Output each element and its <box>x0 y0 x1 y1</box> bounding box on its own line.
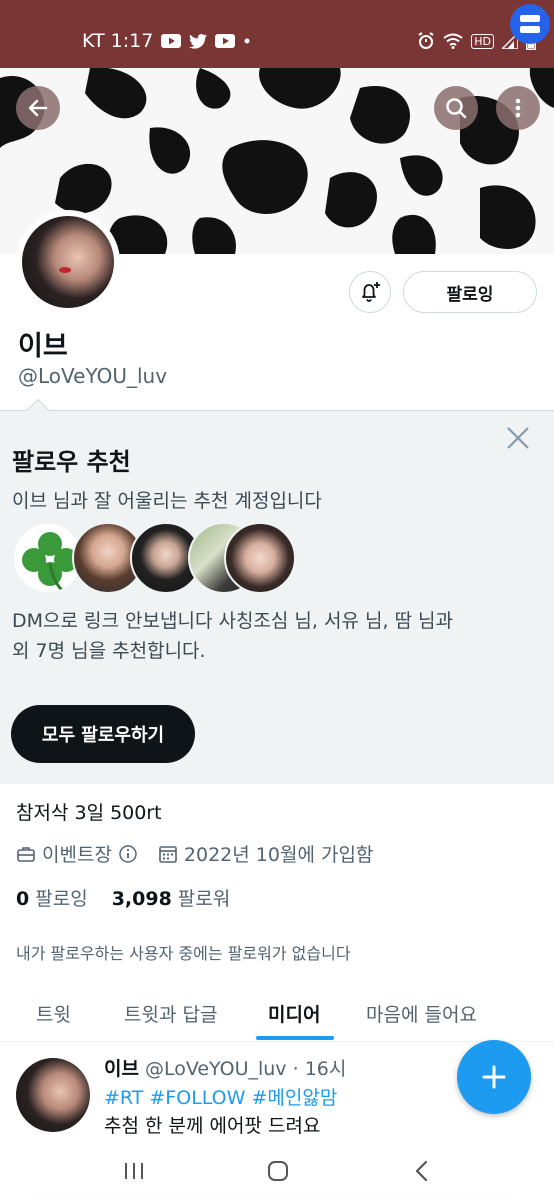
twitter-icon <box>189 33 208 49</box>
profile-handle: @LoVeYOU_luv <box>18 364 168 388</box>
tweet-time: 16시 <box>304 1058 347 1080</box>
follow-counts: 0 팔로잉 3,098 팔로워 <box>16 884 230 911</box>
followers-count-value: 3,098 <box>111 888 172 910</box>
chevron-left-icon <box>415 1160 428 1182</box>
back-button[interactable] <box>16 86 60 130</box>
following-count[interactable]: 0 팔로잉 <box>16 884 88 911</box>
alarm-icon <box>417 32 435 50</box>
followers-count[interactable]: 3,098 팔로워 <box>112 884 231 911</box>
recommended-avatar[interactable] <box>224 522 296 594</box>
close-recommendation-button[interactable] <box>504 424 532 452</box>
profile-name: 이브 <box>18 331 68 362</box>
info-icon[interactable] <box>118 844 138 864</box>
tab-tweets-and-replies[interactable]: 트윗과 답글 <box>124 984 217 1042</box>
tweet-separator: · <box>292 1058 299 1080</box>
tab-tweets[interactable]: 트윗 <box>36 984 71 1042</box>
recent-apps-icon <box>125 1163 143 1179</box>
tweet-author-name[interactable]: 이브 <box>104 1058 139 1080</box>
avatar-image <box>22 216 114 308</box>
calendar-icon <box>158 844 178 864</box>
dot-icon <box>243 37 251 45</box>
profile-tabs: 트윗 트윗과 답글 미디어 마음에 들어요 <box>0 984 554 1042</box>
search-button[interactable] <box>434 86 478 130</box>
tab-media[interactable]: 미디어 <box>268 984 320 1042</box>
youtube-icon <box>161 34 182 48</box>
recommendation-description-line: DM으로 링크 안보냅니다 사칭조심 님, 서유 님, 땀 님과 <box>12 610 454 632</box>
menu-bar-icon <box>520 26 540 33</box>
tweet-author-handle: @LoVeYOU_luv <box>144 1058 287 1080</box>
profile-bio: 참저삭 3일 500rt <box>16 802 162 824</box>
profile-category: 이벤트장 <box>42 844 112 866</box>
android-nav-bar <box>0 1142 554 1200</box>
more-vertical-icon <box>515 98 521 118</box>
active-tab-indicator <box>256 1036 334 1040</box>
notification-bell-button[interactable] <box>349 271 391 313</box>
following-button[interactable]: 팔로잉 <box>403 271 537 313</box>
bell-plus-icon <box>362 282 380 302</box>
follow-all-button[interactable]: 모두 팔로우하기 <box>11 705 195 763</box>
profile-meta: 이벤트장 2022년 10월에 가입함 <box>16 840 373 867</box>
following-count-label: 팔로잉 <box>35 888 88 910</box>
tab-likes[interactable]: 마음에 들어요 <box>366 984 477 1042</box>
back-arrow-icon <box>28 99 48 117</box>
home-icon <box>268 1161 288 1181</box>
followers-you-know-note: 내가 팔로우하는 사용자 중에는 팔로워가 없습니다 <box>16 944 351 963</box>
assistive-menu-button[interactable] <box>510 4 550 44</box>
menu-bar-icon <box>520 15 540 22</box>
following-count-value: 0 <box>16 888 30 910</box>
tweet-header: 이브 @LoVeYOU_luv · 16시 <box>104 1054 346 1081</box>
close-icon <box>507 427 529 449</box>
recommendation-description-line: 외 7명 님을 추천합니다. <box>12 640 206 662</box>
youtube-icon <box>215 34 236 48</box>
plus-icon <box>482 1065 506 1089</box>
recommendation-subtitle: 이브 님과 잘 어울리는 추천 계정입니다 <box>12 490 322 512</box>
followers-count-label: 팔로워 <box>177 888 231 910</box>
recommendation-title: 팔로우 추천 <box>12 448 131 476</box>
tweet-avatar[interactable] <box>16 1058 90 1132</box>
back-nav-button[interactable] <box>402 1156 442 1186</box>
wifi-icon <box>443 33 463 49</box>
home-button[interactable] <box>258 1156 298 1186</box>
tweet-hashtags[interactable]: #RT #FOLLOW #메인앓맘 <box>104 1083 337 1110</box>
carrier-time: KT 1:17 <box>82 30 154 52</box>
profile-avatar[interactable] <box>16 210 120 314</box>
briefcase-icon <box>16 844 36 864</box>
hd-icon: HD <box>471 33 494 49</box>
tweet-text: 추첨 한 분께 에어팟 드려요 <box>104 1115 321 1137</box>
recommendation-description: DM으로 링크 안보냅니다 사칭조심 님, 서유 님, 땀 님과 외 7명 님을… <box>12 606 532 666</box>
compose-tweet-button[interactable] <box>457 1040 531 1114</box>
join-date: 2022년 10월에 가입함 <box>183 844 374 866</box>
recent-apps-button[interactable] <box>114 1156 154 1186</box>
status-left: KT 1:17 <box>82 30 251 52</box>
search-icon <box>446 98 467 119</box>
more-button[interactable] <box>496 86 540 130</box>
